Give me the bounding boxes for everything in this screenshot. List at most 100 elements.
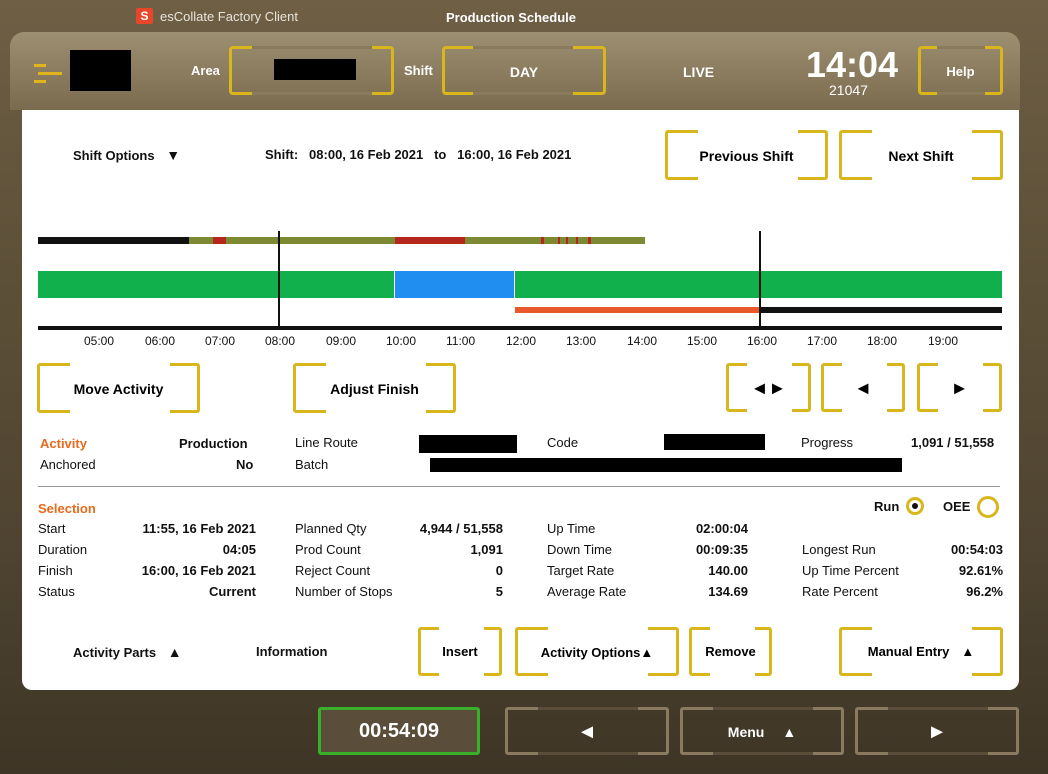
batch-redacted bbox=[430, 458, 902, 472]
prod-count-value: 1,091 bbox=[470, 542, 503, 557]
screen-title: Production Schedule bbox=[446, 10, 577, 25]
zoom-fit-button[interactable]: ◄► bbox=[726, 363, 811, 412]
stops-value: 5 bbox=[495, 584, 503, 599]
shift-selector[interactable]: DAY bbox=[442, 46, 606, 95]
selection-heading: Selection bbox=[38, 501, 96, 516]
shift-label: Shift bbox=[404, 63, 433, 78]
remove-button[interactable]: Remove bbox=[689, 627, 772, 676]
remove-label: Remove bbox=[705, 644, 756, 659]
menu-icon[interactable] bbox=[34, 60, 64, 88]
time-tick: 18:00 bbox=[867, 334, 898, 348]
time-tick: 17:00 bbox=[807, 334, 838, 348]
time-tick: 06:00 bbox=[145, 334, 176, 348]
expand-arrows-icon: ◄► bbox=[750, 378, 787, 398]
redacted-logo bbox=[70, 50, 131, 91]
activity-block[interactable] bbox=[38, 271, 394, 298]
oee-label: OEE bbox=[943, 499, 971, 514]
time-tick: 19:00 bbox=[928, 334, 959, 348]
time-tick: 11:00 bbox=[446, 334, 476, 348]
time-tick: 05:00 bbox=[84, 334, 115, 348]
stops-label: Number of Stops bbox=[295, 584, 393, 599]
next-shift-label: Next Shift bbox=[888, 148, 954, 164]
up-time-percent-label: Up Time Percent bbox=[802, 563, 899, 578]
footer-next-button[interactable]: ► bbox=[855, 707, 1019, 755]
activity-parts-label: Activity Parts bbox=[73, 645, 157, 660]
stop-marker bbox=[576, 237, 578, 244]
status-label: Status bbox=[38, 584, 75, 599]
manual-entry-content: Manual Entry ▲ bbox=[842, 644, 1000, 659]
longest-run-label: Longest Run bbox=[802, 542, 876, 557]
caret-up-icon: ▲ bbox=[961, 644, 975, 659]
time-tick: 13:00 bbox=[566, 334, 597, 348]
adjust-finish-button[interactable]: Adjust Finish bbox=[293, 363, 456, 413]
progress-track-current bbox=[515, 307, 761, 313]
rate-percent-value: 96.2% bbox=[966, 584, 1003, 599]
radio-unselected-icon bbox=[977, 496, 999, 518]
stop-marker bbox=[541, 237, 544, 244]
caret-up-icon: ▲ bbox=[640, 645, 654, 660]
rate-percent-label: Rate Percent bbox=[802, 584, 878, 599]
shift-value: DAY bbox=[509, 64, 539, 80]
time-tick: 15:00 bbox=[687, 334, 718, 348]
time-tick: 16:00 bbox=[747, 334, 778, 348]
manual-entry-button[interactable]: Manual Entry ▲ bbox=[839, 627, 1003, 676]
progress-value: 1,091 / 51,558 bbox=[911, 435, 995, 450]
help-button[interactable]: Help bbox=[918, 46, 1003, 95]
shift-options-button[interactable]: Shift Options ▼ bbox=[73, 147, 180, 163]
elapsed-timer-value: 00:54:09 bbox=[358, 720, 440, 742]
area-selector[interactable] bbox=[229, 46, 394, 95]
footer-prev-button[interactable]: ◄ bbox=[505, 707, 669, 755]
elapsed-timer: 00:54:09 bbox=[318, 707, 480, 755]
information-tab[interactable]: Information bbox=[256, 644, 328, 659]
shift-options-label: Shift Options bbox=[73, 148, 155, 163]
arrow-left-icon: ◄ bbox=[854, 378, 872, 398]
history-bar-idle bbox=[38, 237, 189, 244]
clock-subtext: 21047 bbox=[829, 82, 868, 98]
live-label: LIVE bbox=[683, 64, 715, 80]
longest-run-value: 00:54:03 bbox=[950, 542, 1003, 557]
stop-marker bbox=[566, 237, 568, 244]
average-rate-label: Average Rate bbox=[547, 584, 627, 599]
app-logo: S bbox=[136, 8, 153, 24]
reject-count-value: 0 bbox=[495, 563, 503, 578]
planned-qty-label: Planned Qty bbox=[295, 521, 367, 536]
move-activity-label: Move Activity bbox=[73, 381, 164, 397]
activity-options-button[interactable]: Activity Options▲ bbox=[515, 627, 679, 676]
progress-track-future bbox=[761, 307, 1002, 313]
activity-options-label: Activity Options bbox=[540, 645, 641, 660]
app-name: esCollate Factory Client bbox=[160, 9, 298, 24]
time-tick: 14:00 bbox=[627, 334, 658, 348]
progress-label: Progress bbox=[801, 435, 854, 450]
activity-options-content: Activity Options▲ bbox=[518, 645, 676, 660]
run-radio[interactable]: Run bbox=[874, 497, 924, 515]
status-value: Current bbox=[209, 584, 256, 599]
prod-count-label: Prod Count bbox=[295, 542, 361, 557]
activity-parts-button[interactable]: Activity Parts ▲ bbox=[73, 644, 182, 660]
stop-marker bbox=[213, 237, 226, 244]
up-time-value: 02:00:04 bbox=[695, 521, 748, 536]
insert-button[interactable]: Insert bbox=[418, 627, 502, 676]
move-activity-button[interactable]: Move Activity bbox=[37, 363, 200, 413]
time-tick: 09:00 bbox=[326, 334, 357, 348]
code-label: Code bbox=[547, 435, 579, 450]
menu-button[interactable]: Menu ▲ bbox=[680, 707, 844, 755]
reject-count-label: Reject Count bbox=[295, 563, 371, 578]
scroll-right-button[interactable]: ► bbox=[917, 363, 1002, 412]
oee-radio[interactable]: OEE bbox=[943, 496, 999, 518]
arrow-right-icon: ► bbox=[950, 378, 969, 398]
stop-marker bbox=[558, 237, 560, 244]
next-shift-button[interactable]: Next Shift bbox=[839, 130, 1003, 180]
stop-marker bbox=[395, 237, 465, 244]
insert-label: Insert bbox=[442, 644, 478, 659]
code-redacted bbox=[664, 434, 765, 450]
scroll-left-button[interactable]: ◄ bbox=[821, 363, 905, 412]
start-value: 11:55, 16 Feb 2021 bbox=[142, 521, 256, 536]
area-label: Area bbox=[191, 63, 220, 78]
arrow-right-icon: ► bbox=[927, 721, 947, 743]
duration-value: 04:05 bbox=[222, 542, 256, 557]
activity-heading: Activity bbox=[40, 436, 87, 451]
menu-label: Menu bbox=[727, 724, 765, 740]
activity-block-selected[interactable] bbox=[395, 271, 514, 298]
caret-up-icon: ▲ bbox=[782, 724, 797, 740]
previous-shift-button[interactable]: Previous Shift bbox=[665, 130, 828, 180]
